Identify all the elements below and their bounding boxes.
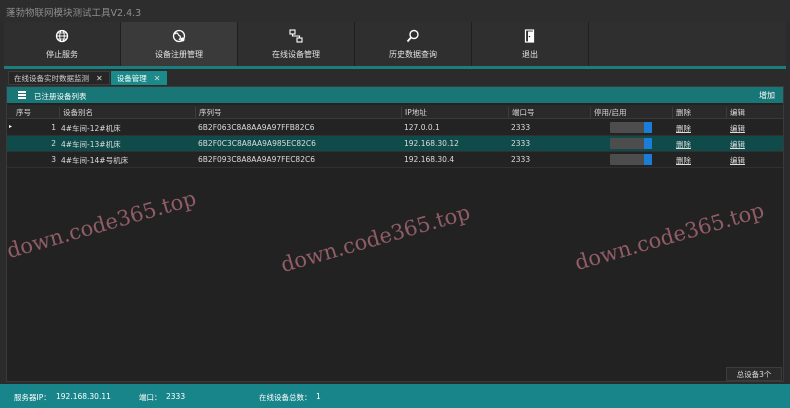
toggle-knob [644,138,652,149]
cell-index: 3 [51,155,56,164]
tab-device-management[interactable]: 设备管理 ✕ [110,71,168,85]
online-device-button[interactable]: 在线设备管理 [238,22,355,66]
enable-toggle[interactable] [610,122,652,133]
cell-index: 1 [51,123,56,132]
exit-button[interactable]: 退出 [472,22,589,66]
table-row[interactable]: 2 4#车间-13#机床 6B2F0C3C8A8AA9A985EC82C6 19… [7,136,783,152]
online-count-value: 1 [316,392,321,401]
close-icon[interactable]: ✕ [96,74,103,83]
enable-toggle[interactable] [610,154,652,165]
edit-link[interactable]: 编辑 [730,123,745,134]
col-ip[interactable]: IP地址 [401,107,427,118]
table-row[interactable]: 3 4#车间-14#号机床 6B2F093C8A8AA9A97FEC82C6 1… [7,152,783,168]
cell-serial: 6B2F0C3C8A8AA9A985EC82C6 [198,139,316,148]
table-header: 序号 设备别名 序列号 IP地址 端口号 停用/启用 删除 编辑 [7,105,783,119]
col-delete[interactable]: 删除 [672,107,691,118]
cell-port: 2333 [511,155,531,164]
toolbar-divider [4,66,786,69]
search-icon [406,29,419,42]
add-device-button[interactable]: 增加 [759,90,775,101]
col-index[interactable]: 序号 [13,107,31,118]
main-toolbar: 停止服务 设备注册管理 在线设备管理 历史数据查询 退出 [4,22,786,66]
close-icon[interactable]: ✕ [154,74,161,83]
cell-alias: 4#车间-12#机床 [61,124,121,133]
title-bar: 蓬勃物联网模块测试工具V2.4.3 [0,0,790,22]
cell-alias: 4#车间-13#机床 [61,140,121,149]
exit-label: 退出 [522,49,538,59]
stop-service-button[interactable]: 停止服务 [4,22,121,66]
delete-link[interactable]: 删除 [676,123,691,134]
total-devices-badge: 总设备3个 [726,367,782,381]
device-list-panel: 已注册设备列表 增加 序号 设备别名 序列号 IP地址 端口号 停用/启用 删除… [6,86,784,382]
col-serial[interactable]: 序列号 [195,107,222,118]
network-icon [289,28,303,43]
device-register-label: 设备注册管理 [155,49,203,59]
online-count-label: 在线设备总数： [259,393,312,402]
port-value: 2333 [166,392,186,401]
col-port[interactable]: 端口号 [508,107,535,118]
server-ip-label: 服务器IP： [14,393,51,402]
server-ip-value: 192.168.30.11 [56,392,111,401]
cell-port: 2333 [511,123,531,132]
edit-link[interactable]: 编辑 [730,155,745,166]
list-icon [18,91,26,100]
panel-title: 已注册设备列表 [34,92,87,101]
table-row[interactable]: ▸ 1 4#车间-12#机床 6B2F063C8A8AA9A97FFB82C6 … [7,120,783,136]
device-register-button[interactable]: 设备注册管理 [121,22,238,66]
edit-link[interactable]: 编辑 [730,139,745,150]
port-label: 端口： [139,393,162,402]
stop-service-label: 停止服务 [46,49,78,59]
cell-serial: 6B2F093C8A8AA9A97FEC82C6 [198,155,315,164]
cell-ip: 127.0.0.1 [404,123,440,132]
col-toggle[interactable]: 停用/启用 [590,107,627,118]
panel-header: 已注册设备列表 增加 [7,87,783,103]
cell-ip: 192.168.30.12 [404,139,459,148]
cell-port: 2333 [511,139,531,148]
cell-alias: 4#车间-14#号机床 [61,156,129,165]
globe-register-icon [172,29,186,42]
tab-label: 在线设备实时数据监测 [14,73,89,83]
globe-icon [55,29,69,42]
toggle-knob [644,154,652,165]
table-footer: 总设备3个 [6,364,784,382]
history-query-label: 历史数据查询 [389,49,437,59]
exit-icon [524,28,535,43]
delete-link[interactable]: 删除 [676,155,691,166]
online-device-label: 在线设备管理 [272,49,320,59]
tab-strip: 在线设备实时数据监测 ✕ 设备管理 ✕ [8,71,168,85]
toggle-knob [644,122,652,133]
history-query-button[interactable]: 历史数据查询 [355,22,472,66]
col-edit[interactable]: 编辑 [726,107,745,118]
enable-toggle[interactable] [610,138,652,149]
cell-index: 2 [51,139,56,148]
status-bar: 服务器IP： 192.168.30.11 端口： 2333 在线设备总数： 1 [0,384,790,408]
tab-label: 设备管理 [116,73,147,83]
tab-realtime-monitor[interactable]: 在线设备实时数据监测 ✕ [8,71,110,85]
cell-ip: 192.168.30.4 [404,155,455,164]
delete-link[interactable]: 删除 [676,139,691,150]
col-alias[interactable]: 设备别名 [59,107,93,118]
cell-serial: 6B2F063C8A8AA9A97FFB82C6 [198,123,315,132]
window-title: 蓬勃物联网模块测试工具V2.4.3 [6,8,142,19]
